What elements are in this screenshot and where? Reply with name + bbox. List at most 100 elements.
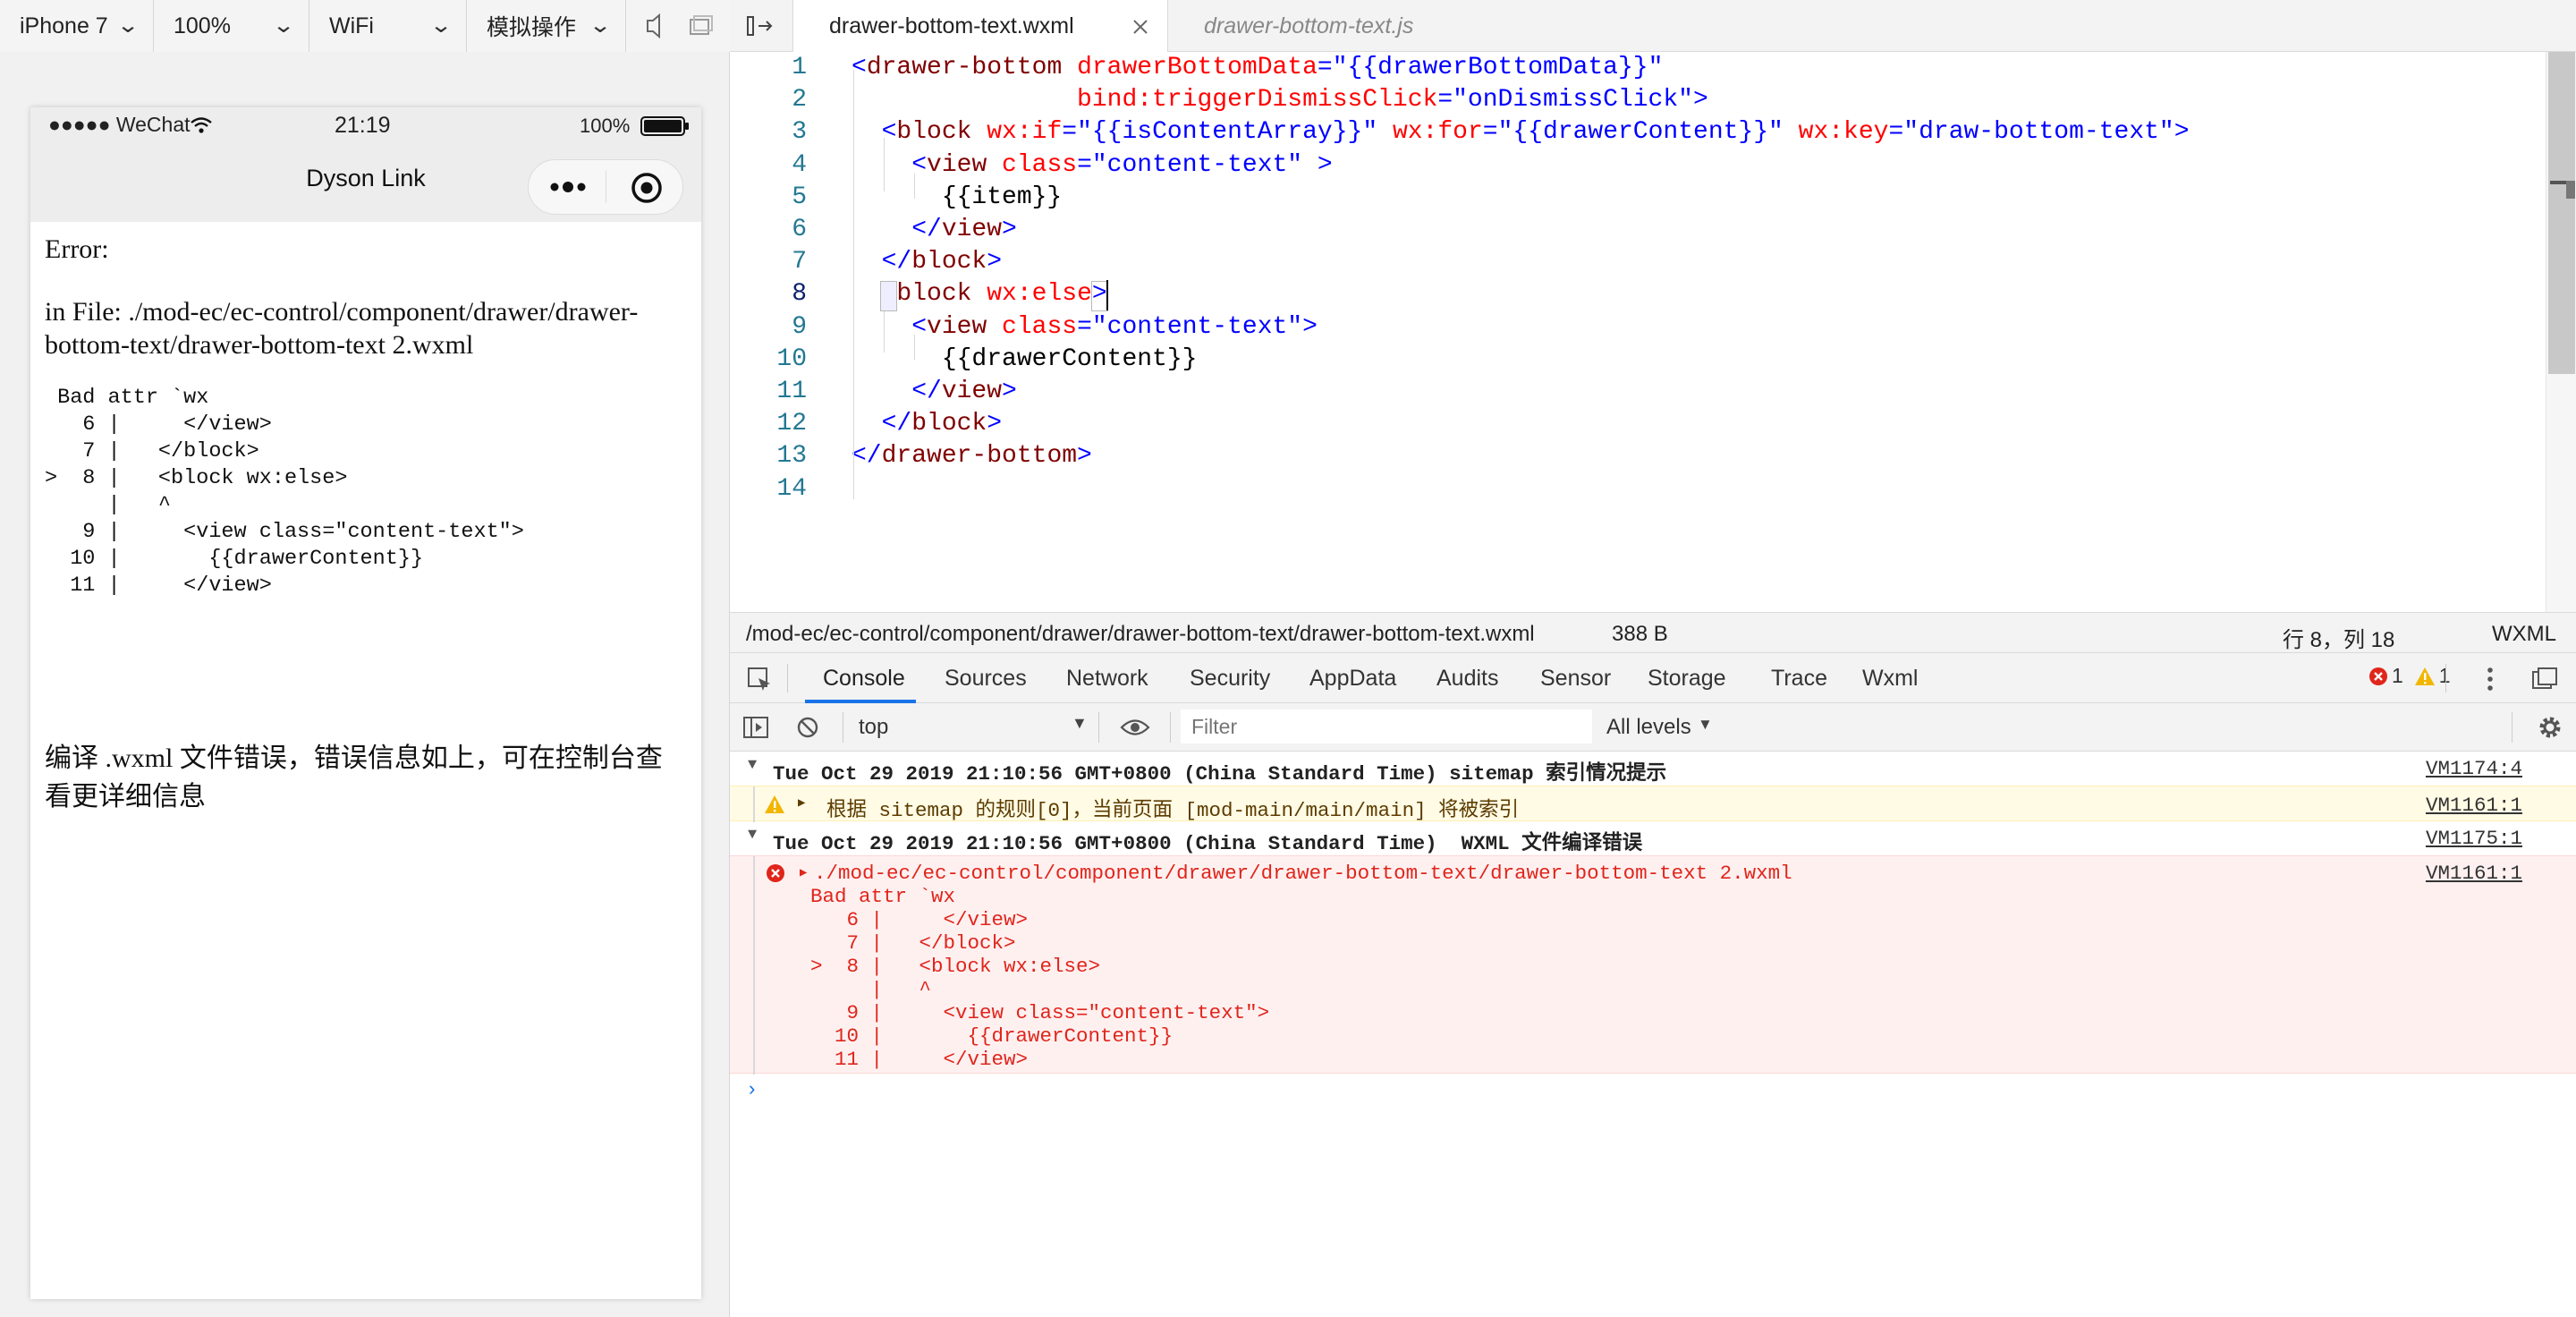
code-token: "content-text" (1091, 150, 1318, 179)
code-token: wx:else (987, 280, 1092, 309)
file-size: 388 B (1612, 622, 1668, 646)
tab-trace-label: Trace (1771, 665, 1827, 691)
issue-counters[interactable]: 1 1 (2368, 664, 2451, 688)
tab-storage-label: Storage (1648, 665, 1726, 691)
console-warning-row[interactable]: ▶ 根据 sitemap 的规则[0]，当前页面 [mod-main/main/… (730, 786, 2576, 822)
tab-network-label: Network (1066, 665, 1148, 691)
network-select[interactable]: WiFi ⌄ (309, 0, 467, 52)
tab-wxml[interactable]: Wxml (1862, 653, 1918, 703)
toggle-tree-icon[interactable] (746, 13, 775, 38)
source-link[interactable]: VM1175:1 (2426, 827, 2522, 850)
kebab-menu-icon[interactable] (2485, 666, 2496, 692)
line-number: 2 (792, 86, 807, 115)
eye-icon[interactable] (1120, 718, 1150, 737)
undock-icon[interactable] (2531, 667, 2558, 690)
tab-sensor[interactable]: Sensor (1540, 653, 1611, 703)
tab-js[interactable]: drawer-bottom-text.js (1168, 0, 1472, 52)
console-error-row[interactable]: ▶ ./mod-ec/ec-control/component/drawer/d… (730, 855, 2576, 1075)
code-line: </view> (852, 378, 1017, 405)
close-icon[interactable] (1131, 18, 1149, 36)
gear-icon[interactable] (2537, 714, 2563, 741)
cursor-position[interactable]: 行 8，列 18 (2283, 622, 2394, 653)
tab-network[interactable]: Network (1066, 653, 1148, 703)
tab-sensor-label: Sensor (1540, 665, 1612, 691)
more-dots-icon[interactable] (545, 173, 595, 201)
tab-sources-label: Sources (945, 665, 1027, 691)
tab-audits[interactable]: Audits (1436, 653, 1498, 703)
error-count: 1 (2392, 664, 2403, 687)
code-line: <view class="content-text" > (852, 151, 1333, 179)
line-number: 4 (792, 150, 807, 179)
code-token: = (1482, 118, 1498, 147)
tab-audits-label: Audits (1436, 665, 1499, 691)
code-line: <drawer-bottom drawerBottomData="{{drawe… (852, 54, 1663, 81)
tab-wxml-label: drawer-bottom-text.wxml (829, 13, 1074, 38)
clear-console-icon[interactable] (796, 716, 819, 739)
operation-select[interactable]: 模拟操作 ⌄ (467, 0, 626, 52)
editor-scrollbar[interactable] (2546, 52, 2576, 612)
code-token: "{{drawerBottomData}}" (1332, 54, 1664, 81)
console-toolbar: top ▼ All levels ▼ (730, 703, 2576, 752)
close-miniprogram-icon[interactable] (629, 170, 665, 206)
zoom-select[interactable]: 100% ⌄ (154, 0, 309, 52)
device-select[interactable]: iPhone 7 ⌄ (0, 0, 154, 52)
code-token: block (896, 118, 987, 147)
bracket-match-highlight (880, 281, 897, 311)
code-token: class (1002, 312, 1078, 341)
chevron-down-icon: ▼ (1072, 714, 1088, 732)
sidebar-toggle-icon[interactable] (742, 716, 769, 739)
tab-trace[interactable]: Trace (1771, 653, 1827, 703)
console-group-header[interactable]: ▼ Tue Oct 29 2019 21:10:56 GMT+0800 (Chi… (730, 821, 2576, 855)
source-link[interactable]: VM1174:4 (2426, 757, 2522, 780)
tab-storage[interactable]: Storage (1648, 653, 1726, 703)
chevron-down-icon: ⌄ (588, 13, 613, 38)
scrollbar-thumb[interactable] (2548, 52, 2575, 374)
code-token: = (1062, 118, 1078, 147)
source-link[interactable]: VM1161:1 (2426, 794, 2522, 817)
error-icon (767, 864, 784, 882)
toolbar-divider (2445, 664, 2446, 692)
tab-console[interactable]: Console (823, 653, 905, 703)
battery-label: 100% (580, 115, 631, 137)
source-link[interactable]: VM1161:1 (2426, 862, 2522, 885)
code-token: wx:if (987, 118, 1063, 147)
line-number: 13 (776, 442, 807, 471)
log-levels-select[interactable]: All levels (1606, 715, 1691, 740)
console-filter-input[interactable] (1181, 709, 1592, 743)
code-token: view (927, 312, 1003, 341)
console-output[interactable]: ▼ Tue Oct 29 2019 21:10:56 GMT+0800 (Chi… (730, 752, 2576, 1317)
window-icon[interactable] (690, 15, 713, 35)
tab-security[interactable]: Security (1190, 653, 1270, 703)
code-token: > (1302, 312, 1318, 341)
tab-wxml[interactable]: drawer-bottom-text.wxml (792, 0, 1168, 53)
inspect-element-icon[interactable] (746, 666, 773, 692)
language-mode[interactable]: WXML (2492, 622, 2556, 647)
console-group-header[interactable]: ▼ Tue Oct 29 2019 21:10:56 GMT+0800 (Chi… (730, 752, 2576, 786)
tab-appdata[interactable]: AppData (1309, 653, 1396, 703)
network-select-value: WiFi (329, 13, 374, 38)
phone-screen[interactable]: ●●●●● WeChat 21:19 100% Dyson Link Error… (30, 107, 701, 1299)
code-token: = (1437, 86, 1453, 115)
code-token: > (1002, 216, 1017, 243)
chevron-down-icon: ⌄ (271, 13, 296, 38)
code-editor[interactable]: 1 2 3 4 5 6 7 8 9 10 11 12 13 14 <drawer-bottom drawe… (730, 52, 2576, 612)
tab-sources[interactable]: Sources (945, 653, 1027, 703)
triangle-right-icon: ▶ (800, 866, 808, 880)
battery-icon (640, 116, 689, 136)
console-prompt-icon[interactable]: › (746, 1079, 758, 1101)
code-token: {{drawerContent}} (852, 344, 1198, 373)
zoom-select-value: 100% (174, 13, 231, 38)
volume-icon[interactable] (647, 13, 660, 39)
error-file-path: in File: ./mod-ec/ec-control/component/d… (45, 297, 639, 360)
code-token: drawer-bottom (881, 442, 1078, 471)
code-token: > (1317, 150, 1333, 179)
error-detail: Bad attr `wx 6 | </view> 7 | </block> > … (45, 386, 524, 598)
simulator-toolbar: iPhone 7 ⌄ 100% ⌄ WiFi ⌄ 模拟操作 ⌄ (0, 0, 730, 53)
devtools-tab-bar: Console Sources Network Security AppData… (730, 653, 2576, 703)
